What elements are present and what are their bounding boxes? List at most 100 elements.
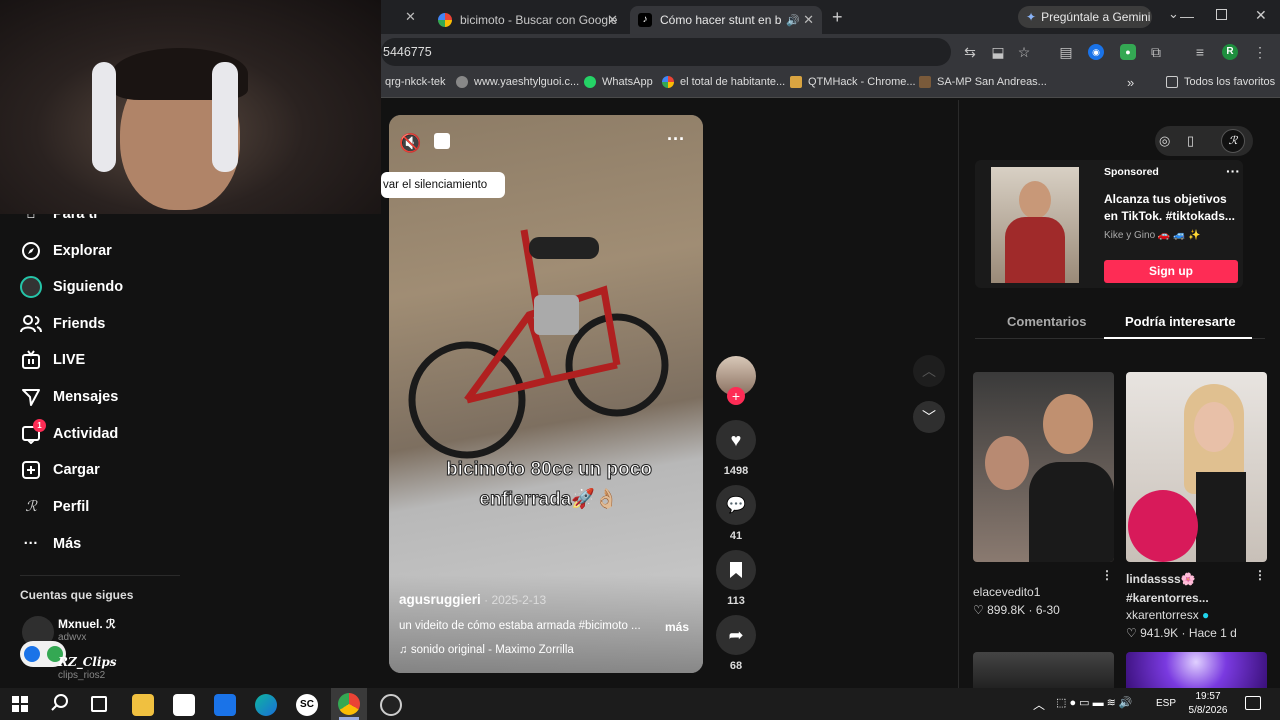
tab-title: bicimoto - Buscar con Google xyxy=(460,13,618,27)
video-player[interactable]: 🔇 ··· bicimoto 80cc un poco enfierrada🚀👌… xyxy=(389,115,703,673)
nav-following[interactable]: Siguiendo xyxy=(20,275,123,299)
tab-list-icon[interactable]: ⌄ xyxy=(1168,6,1179,22)
comment-button[interactable]: 💬 xyxy=(716,485,756,525)
address-bar[interactable]: 5446775 xyxy=(381,38,951,66)
tab-comments[interactable]: Comentarios xyxy=(1007,314,1086,329)
bookmark-item[interactable]: QTMHack - Chrome... xyxy=(790,76,916,88)
nav-explore[interactable]: Explorar xyxy=(20,239,112,263)
video-sound[interactable]: ♫ sonido original - Maximo Zorrilla xyxy=(399,644,574,656)
close-tab-icon[interactable]: ✕ xyxy=(607,12,618,28)
close-tab-icon[interactable]: ✕ xyxy=(803,12,814,28)
notifications-icon[interactable] xyxy=(1245,696,1261,710)
bookmark-item[interactable]: SA-MP San Andreas... xyxy=(919,76,1047,88)
webcam-overlay xyxy=(0,0,381,214)
related-video-thumbnail[interactable] xyxy=(973,652,1114,688)
edge-icon[interactable] xyxy=(255,694,277,716)
bookmark-star-icon[interactable]: ☆ xyxy=(1016,44,1032,60)
extension-icon[interactable]: ● xyxy=(1120,44,1136,60)
extension-icon[interactable]: ◉ xyxy=(1088,44,1104,60)
maximize-icon[interactable] xyxy=(1216,9,1227,20)
related-video-thumbnail[interactable] xyxy=(1126,372,1267,562)
follow-plus-icon[interactable]: + xyxy=(727,387,745,405)
save-button[interactable] xyxy=(716,550,756,590)
related-video-thumbnail[interactable] xyxy=(1126,652,1267,688)
share-button[interactable]: ➦ xyxy=(716,615,756,655)
next-video-button[interactable]: ﹀ xyxy=(913,401,945,433)
menu-dots-icon[interactable]: ⋮ xyxy=(1252,44,1268,60)
more-bookmarks-icon[interactable]: » xyxy=(1127,75,1134,90)
mail-icon[interactable] xyxy=(214,694,236,716)
related-video-user: xkarentorresx xyxy=(1126,608,1199,622)
volume-slider[interactable] xyxy=(434,133,450,149)
tray-icons[interactable]: ⬚ ● ▭ ▬ ≋ 🔊 xyxy=(1056,696,1133,709)
close-window-icon[interactable]: ✕ xyxy=(1255,7,1267,24)
card-options-icon[interactable]: ⋮ xyxy=(1101,568,1113,582)
nav-upload[interactable]: Cargar xyxy=(20,458,100,482)
compass-icon[interactable]: ◎ xyxy=(1159,133,1170,149)
related-video-thumbnail[interactable] xyxy=(973,372,1114,562)
file-explorer-icon[interactable] xyxy=(132,694,154,716)
bookmark-item[interactable]: qrg-nkck-tek xyxy=(385,76,446,88)
posted-when: 6-30 xyxy=(1035,603,1060,617)
bookmark-item[interactable]: WhatsApp xyxy=(584,76,653,88)
new-tab-icon[interactable]: + xyxy=(832,7,843,28)
likes-count: 899.8K xyxy=(987,603,1026,617)
taskbar-active-app[interactable] xyxy=(331,688,367,720)
extensions-puzzle-icon[interactable]: ⧉ xyxy=(1148,44,1164,60)
ad-title[interactable]: Alcanza tus objetivos en TikTok. #tiktok… xyxy=(1104,191,1238,225)
media-control-icon[interactable]: ≡ xyxy=(1192,44,1208,60)
close-tab-icon[interactable]: ✕ xyxy=(405,9,416,25)
nav-messages[interactable]: Mensajes xyxy=(20,385,118,409)
profile-avatar[interactable]: R xyxy=(1222,44,1238,60)
profile-avatar[interactable]: ℛ xyxy=(1221,129,1245,153)
tab-related[interactable]: Podría interesarte xyxy=(1125,314,1236,329)
phone-icon[interactable]: ▯ xyxy=(1187,133,1194,149)
more-link[interactable]: más xyxy=(665,620,689,634)
obs-icon[interactable] xyxy=(380,694,402,716)
windows-start-icon[interactable] xyxy=(12,696,28,712)
nav-more[interactable]: ··· Más xyxy=(20,532,81,556)
tray-chevron-icon[interactable]: ︿ xyxy=(1033,696,1045,713)
task-view-icon[interactable] xyxy=(91,696,107,712)
nav-profile[interactable]: ℛ Perfil xyxy=(20,495,89,519)
bookmark-item[interactable]: el total de habitante... xyxy=(662,76,785,88)
all-bookmarks[interactable]: Todos los favoritos xyxy=(1166,76,1275,88)
audio-playing-icon[interactable]: 🔊 xyxy=(786,14,800,27)
previous-video-button[interactable]: ︿ xyxy=(913,355,945,387)
ad-thumbnail[interactable] xyxy=(991,167,1079,283)
nav-label: Perfil xyxy=(53,499,90,515)
clock[interactable]: 19:57 5/8/2026 xyxy=(1185,690,1231,718)
account-name[interactable]: RZ_Clips xyxy=(58,655,117,669)
compass-icon xyxy=(20,240,42,262)
related-video-caption[interactable]: lindassss🌸 #karentorres... xyxy=(1126,570,1256,608)
nav-friends[interactable]: Friends xyxy=(20,312,105,336)
video-author[interactable]: agusruggieri · 2025-2-13 xyxy=(399,592,546,607)
mute-icon[interactable]: 🔇 xyxy=(399,133,421,154)
ad-options-icon[interactable]: ··· xyxy=(1226,163,1240,179)
nav-activity[interactable]: 1 Actividad xyxy=(20,419,118,446)
tab-tiktok[interactable]: ♪ Cómo hacer stunt en bicimo 🔊 ✕ xyxy=(630,6,822,34)
related-video-user-row[interactable]: xkarentorresx ● xyxy=(1126,608,1209,622)
tab-google-search[interactable]: bicimoto - Buscar con Google ✕ xyxy=(430,6,626,34)
account-name[interactable]: Mxnuel. ℛ xyxy=(58,617,116,631)
thumb-face xyxy=(1043,394,1093,454)
card-options-icon[interactable]: ⋮ xyxy=(1254,568,1266,582)
more-options-icon[interactable]: ··· xyxy=(667,129,685,150)
gemini-button[interactable]: ✦ Pregúntale a Gemini xyxy=(1018,6,1152,28)
language-indicator[interactable]: ESP xyxy=(1156,698,1176,709)
like-button[interactable]: ♥ xyxy=(716,420,756,460)
sign-up-button[interactable]: Sign up xyxy=(1104,260,1238,283)
bookmark-label: WhatsApp xyxy=(602,76,653,88)
minimize-icon[interactable]: — xyxy=(1180,8,1194,24)
search-icon[interactable] xyxy=(51,694,69,717)
following-section-title: Cuentas que sigues xyxy=(20,588,134,602)
share-count: 68 xyxy=(729,660,743,672)
nav-live[interactable]: LIVE xyxy=(20,348,85,372)
translate-icon[interactable]: ⇆ xyxy=(962,44,978,60)
bookmark-item[interactable]: www.yaeshtylguoi.c... xyxy=(456,76,579,88)
install-app-icon[interactable]: ⬓ xyxy=(990,44,1006,60)
related-video-user[interactable]: elacevedito1 xyxy=(973,585,1040,599)
app-sc-icon[interactable]: SC xyxy=(296,694,318,716)
store-icon[interactable] xyxy=(173,694,195,716)
reader-icon[interactable]: ▤ xyxy=(1058,44,1074,60)
